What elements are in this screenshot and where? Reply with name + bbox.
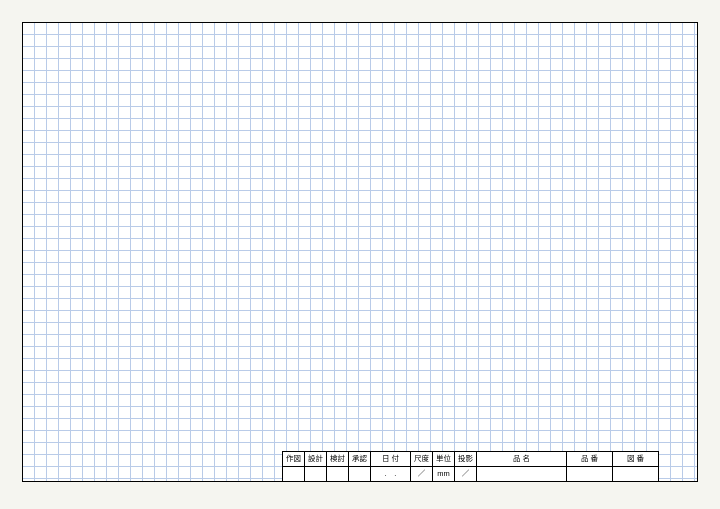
th-zuban: 図 番 <box>613 452 659 467</box>
td-shounin[interactable] <box>349 467 371 482</box>
td-zuban[interactable] <box>613 467 659 482</box>
th-hizuke: 日 付 <box>371 452 411 467</box>
td-kento[interactable] <box>327 467 349 482</box>
th-sakuzu: 作図 <box>283 452 305 467</box>
title-block: 作図 設計 検討 承認 日 付 尺度 単位 投影 品 名 品 番 図 番 . .… <box>282 451 659 482</box>
drawing-sheet: 作図 設計 検討 承認 日 付 尺度 単位 投影 品 名 品 番 図 番 . .… <box>22 22 698 482</box>
th-sekkei: 設計 <box>305 452 327 467</box>
td-hizuke[interactable]: . . <box>371 467 411 482</box>
td-hinban[interactable] <box>567 467 613 482</box>
th-shounin: 承認 <box>349 452 371 467</box>
th-hinban: 品 番 <box>567 452 613 467</box>
td-touei[interactable]: ／ <box>455 467 477 482</box>
td-shakudo[interactable]: ／ <box>411 467 433 482</box>
th-kento: 検討 <box>327 452 349 467</box>
th-shakudo: 尺度 <box>411 452 433 467</box>
th-touei: 投影 <box>455 452 477 467</box>
td-sekkei[interactable] <box>305 467 327 482</box>
td-sakuzu[interactable] <box>283 467 305 482</box>
title-block-value-row: . . ／ mm ／ <box>283 467 659 482</box>
th-hinmei: 品 名 <box>477 452 567 467</box>
th-tani: 単位 <box>433 452 455 467</box>
td-tani[interactable]: mm <box>433 467 455 482</box>
td-hinmei[interactable] <box>477 467 567 482</box>
grid-background <box>22 22 698 482</box>
title-block-header-row: 作図 設計 検討 承認 日 付 尺度 単位 投影 品 名 品 番 図 番 <box>283 452 659 467</box>
